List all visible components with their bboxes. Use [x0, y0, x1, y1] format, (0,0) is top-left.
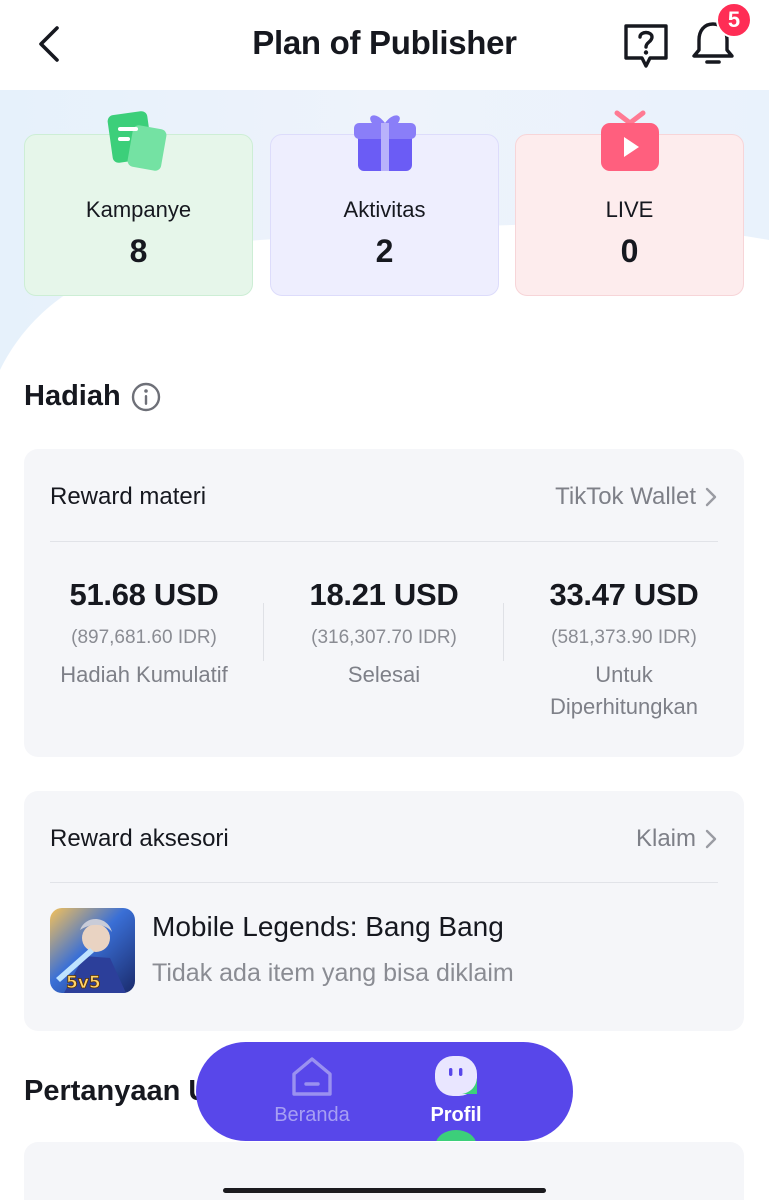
tab-profil[interactable]: Profil [381, 1042, 531, 1141]
chevron-right-icon [705, 487, 717, 507]
campaign-icon [107, 111, 166, 171]
faq-section-title: Pertanyaan U [24, 1075, 210, 1107]
reward-pending: 33.47 USD (581,373.90 IDR) Untuk Diperhi… [504, 577, 744, 723]
reward-cumulative: 51.68 USD (897,681.60 IDR) Hadiah Kumula… [24, 577, 264, 691]
active-tab-indicator [436, 1130, 476, 1141]
claim-label: Klaim [635, 825, 696, 852]
game-badge-label: 5v5 [66, 973, 101, 993]
reward-idr: (897,681.60 IDR) [71, 627, 217, 648]
reward-caption: Selesai [347, 662, 421, 687]
reward-idr: (581,373.90 IDR) [551, 627, 697, 648]
home-icon [292, 1057, 332, 1096]
stat-card-campaign[interactable]: Kampanye 8 [24, 111, 253, 296]
game-name: Mobile Legends: Bang Bang [152, 911, 504, 942]
reward-idr: (316,307.70 IDR) [311, 627, 457, 648]
bottom-tab-bar: Beranda Profil [196, 1042, 573, 1141]
stat-card-activity[interactable]: Aktivitas 2 [270, 115, 499, 296]
info-button[interactable] [130, 381, 162, 413]
stat-card-live[interactable]: LIVE 0 [515, 110, 744, 296]
game-logo-icon: 5v5 [50, 908, 135, 993]
tiktok-wallet-label: TikTok Wallet [555, 483, 696, 510]
home-indicator [223, 1188, 546, 1193]
help-question-icon [624, 24, 668, 68]
chevron-right-icon [705, 829, 717, 849]
accessory-reward-title: Reward aksesori [50, 825, 229, 852]
material-reward-panel: Reward materi TikTok Wallet 51.68 USD (8… [24, 449, 744, 757]
profile-icon [435, 1056, 477, 1096]
material-reward-title: Reward materi [50, 483, 207, 510]
header: Plan of Publisher 5 [0, 0, 769, 90]
stat-label: LIVE [605, 197, 654, 222]
tab-label: Profil [430, 1104, 482, 1126]
rewards-section-title: Hadiah [24, 380, 121, 412]
claim-link[interactable]: Klaim [636, 825, 718, 853]
game-thumbnail[interactable]: 5v5 [50, 908, 135, 993]
reward-completed: 18.21 USD (316,307.70 IDR) Selesai [264, 577, 504, 691]
help-button[interactable] [620, 20, 672, 72]
live-tv-icon [600, 110, 659, 171]
reward-usd: 51.68 USD [69, 577, 219, 612]
stat-value: 8 [129, 233, 148, 269]
notification-badge: 5 [716, 2, 752, 38]
divider [50, 882, 718, 883]
reward-usd: 33.47 USD [549, 577, 699, 612]
stat-value: 0 [620, 233, 639, 269]
info-icon [131, 382, 161, 412]
stat-value: 2 [375, 233, 394, 269]
tab-beranda[interactable]: Beranda [237, 1042, 387, 1141]
stat-label: Aktivitas [343, 197, 426, 222]
stat-label: Kampanye [85, 197, 192, 222]
reward-caption: Hadiah Kumulatif [60, 662, 228, 687]
tiktok-wallet-link[interactable]: TikTok Wallet [555, 483, 718, 511]
gift-icon [353, 115, 416, 171]
reward-usd: 18.21 USD [309, 577, 459, 612]
reward-caption: Untuk Diperhitungkan [550, 662, 698, 719]
game-status: Tidak ada item yang bisa diklaim [152, 959, 514, 987]
divider [50, 541, 718, 542]
tab-label: Beranda [274, 1104, 350, 1126]
accessory-reward-panel: Reward aksesori Klaim 5v5 Mobile Legends… [24, 791, 744, 1031]
